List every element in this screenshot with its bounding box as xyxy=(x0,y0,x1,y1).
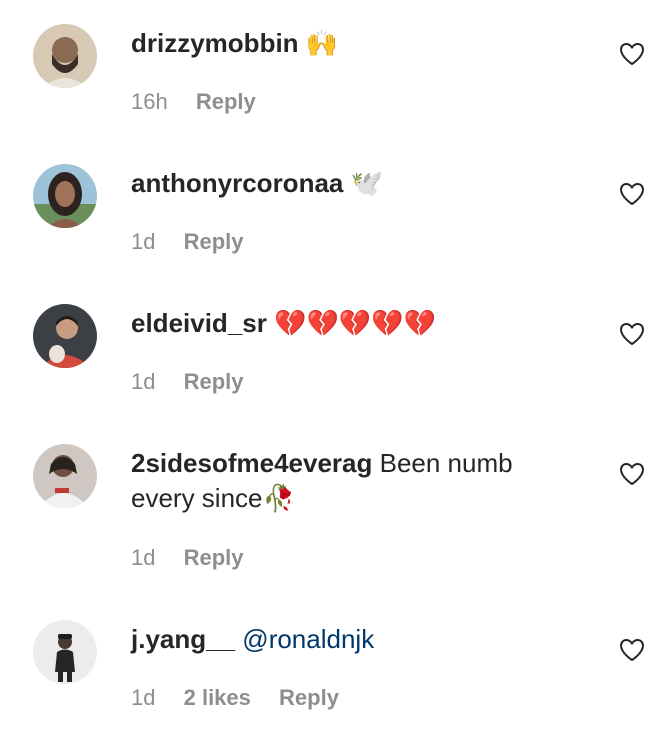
comment-username[interactable]: 2sidesofme4everag xyxy=(131,448,372,478)
comment-text: j.yang__ @ronaldnjk xyxy=(131,622,571,657)
comment-username[interactable]: drizzymobbin xyxy=(131,28,299,58)
avatar[interactable] xyxy=(33,620,97,684)
heart-outline-icon[interactable] xyxy=(619,462,645,486)
reply-button[interactable]: Reply xyxy=(196,89,256,114)
heart-outline-icon[interactable] xyxy=(619,638,645,662)
avatar[interactable] xyxy=(33,164,97,228)
comment-time[interactable]: 1d xyxy=(131,369,155,394)
comment-emoji: 🥀 xyxy=(262,484,295,514)
comment-time[interactable]: 1d xyxy=(131,229,155,254)
comment-emoji: 💔💔💔💔💔 xyxy=(274,309,436,339)
comment-username[interactable]: anthonyrcoronaa xyxy=(131,168,343,198)
comment-meta: 1d 2 likes Reply xyxy=(131,685,361,711)
comment-time[interactable]: 1d xyxy=(131,685,155,710)
reply-button[interactable]: Reply xyxy=(184,545,244,570)
comment-meta: 1d Reply xyxy=(131,229,266,255)
comment-meta: 1d Reply xyxy=(131,545,266,571)
heart-outline-icon[interactable] xyxy=(619,42,645,66)
comment-text: 2sidesofme4everag Been numb every since🥀 xyxy=(131,446,581,517)
comment-time[interactable]: 16h xyxy=(131,89,168,114)
comment-emoji: 🕊️ xyxy=(350,169,383,199)
heart-outline-icon[interactable] xyxy=(619,182,645,206)
comment-text: drizzymobbin 🙌 xyxy=(131,26,571,62)
avatar[interactable] xyxy=(33,24,97,88)
reply-button[interactable]: Reply xyxy=(279,685,339,710)
heart-outline-icon[interactable] xyxy=(619,322,645,346)
comment-username[interactable]: j.yang__ xyxy=(131,624,235,654)
comment-meta: 1d Reply xyxy=(131,369,266,395)
likes-count[interactable]: 2 likes xyxy=(184,685,251,710)
comment-emoji: 🙌 xyxy=(305,29,339,59)
reply-button[interactable]: Reply xyxy=(184,229,244,254)
comment-username[interactable]: eldeivid_sr xyxy=(131,308,267,338)
comment-text: anthonyrcoronaa 🕊️ xyxy=(131,166,571,202)
comment-text: eldeivid_sr 💔💔💔💔💔 xyxy=(131,306,571,342)
comment-meta: 16h Reply xyxy=(131,89,278,115)
comment-mention-link[interactable]: @ronaldnjk xyxy=(242,624,374,654)
avatar[interactable] xyxy=(33,444,97,508)
avatar[interactable] xyxy=(33,304,97,368)
comment-time[interactable]: 1d xyxy=(131,545,155,570)
reply-button[interactable]: Reply xyxy=(184,369,244,394)
